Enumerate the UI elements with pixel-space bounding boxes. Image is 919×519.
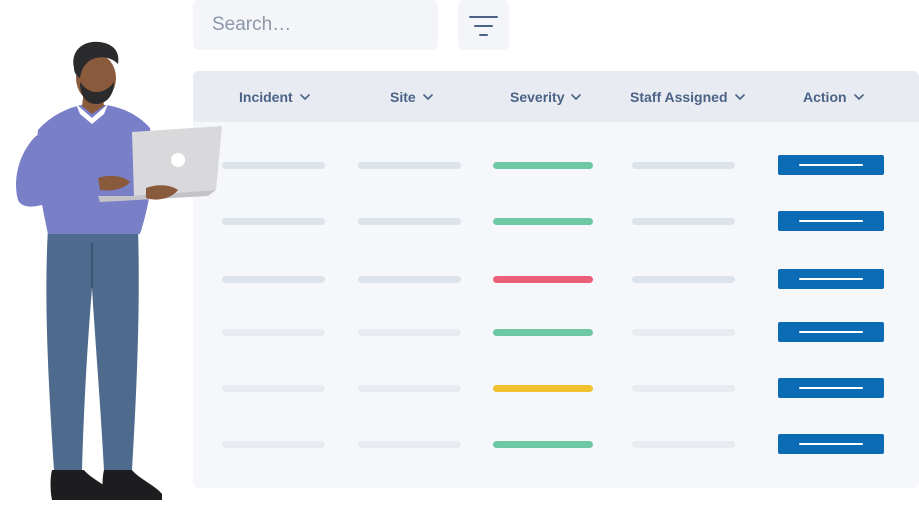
chevron-down-icon — [853, 93, 864, 100]
site-placeholder-bar — [358, 329, 461, 336]
column-header-severity[interactable]: Severity — [510, 71, 582, 122]
table-row — [193, 183, 919, 239]
incident-table: Incident Site Severity Staff Assigned Ac… — [193, 71, 919, 488]
action-button[interactable] — [778, 211, 884, 231]
action-button-placeholder-line — [799, 164, 863, 166]
table-row — [193, 294, 919, 350]
site-placeholder-bar — [358, 162, 461, 169]
column-label: Action — [803, 88, 847, 105]
table-header: Incident Site Severity Staff Assigned Ac… — [193, 71, 919, 122]
staff-placeholder-bar — [632, 385, 735, 392]
action-button[interactable] — [778, 378, 884, 398]
chevron-down-icon — [734, 93, 745, 100]
staff-placeholder-bar — [632, 276, 735, 283]
chevron-down-icon — [571, 93, 582, 100]
column-label: Incident — [239, 88, 293, 105]
action-button[interactable] — [778, 322, 884, 342]
severity-bar — [493, 276, 593, 283]
severity-bar — [493, 329, 593, 336]
shoe-right — [102, 470, 162, 500]
incident-placeholder-bar — [222, 276, 325, 283]
column-label: Staff Assigned — [630, 88, 728, 105]
table-row — [193, 241, 919, 297]
staff-placeholder-bar — [632, 329, 735, 336]
table-row — [193, 127, 919, 183]
incident-placeholder-bar — [222, 329, 325, 336]
action-button[interactable] — [778, 269, 884, 289]
chevron-down-icon — [299, 93, 310, 100]
filter-button[interactable] — [458, 0, 509, 50]
severity-bar — [493, 385, 593, 392]
incident-placeholder-bar — [222, 218, 325, 225]
site-placeholder-bar — [358, 218, 461, 225]
action-button[interactable] — [778, 434, 884, 454]
site-placeholder-bar — [358, 441, 461, 448]
staff-placeholder-bar — [632, 218, 735, 225]
site-placeholder-bar — [358, 385, 461, 392]
table-row — [193, 350, 919, 406]
person-with-laptop-illustration — [16, 41, 222, 500]
chevron-down-icon — [422, 93, 433, 100]
action-button-placeholder-line — [799, 220, 863, 222]
site-placeholder-bar — [358, 276, 461, 283]
severity-bar — [493, 218, 593, 225]
column-header-incident[interactable]: Incident — [239, 71, 310, 122]
column-label: Site — [390, 88, 416, 105]
incident-placeholder-bar — [222, 441, 325, 448]
staff-placeholder-bar — [632, 441, 735, 448]
action-button[interactable] — [778, 155, 884, 175]
column-header-action[interactable]: Action — [803, 71, 864, 122]
severity-bar — [493, 162, 593, 169]
incident-placeholder-bar — [222, 162, 325, 169]
action-button-placeholder-line — [799, 278, 863, 280]
table-row — [193, 406, 919, 462]
severity-bar — [493, 441, 593, 448]
staff-placeholder-bar — [632, 162, 735, 169]
incident-placeholder-bar — [222, 385, 325, 392]
column-header-staff-assigned[interactable]: Staff Assigned — [630, 71, 745, 122]
filter-lines-icon — [469, 16, 498, 36]
action-button-placeholder-line — [799, 331, 863, 333]
column-label: Severity — [510, 88, 565, 105]
action-button-placeholder-line — [799, 443, 863, 445]
column-header-site[interactable]: Site — [390, 71, 433, 122]
action-button-placeholder-line — [799, 387, 863, 389]
